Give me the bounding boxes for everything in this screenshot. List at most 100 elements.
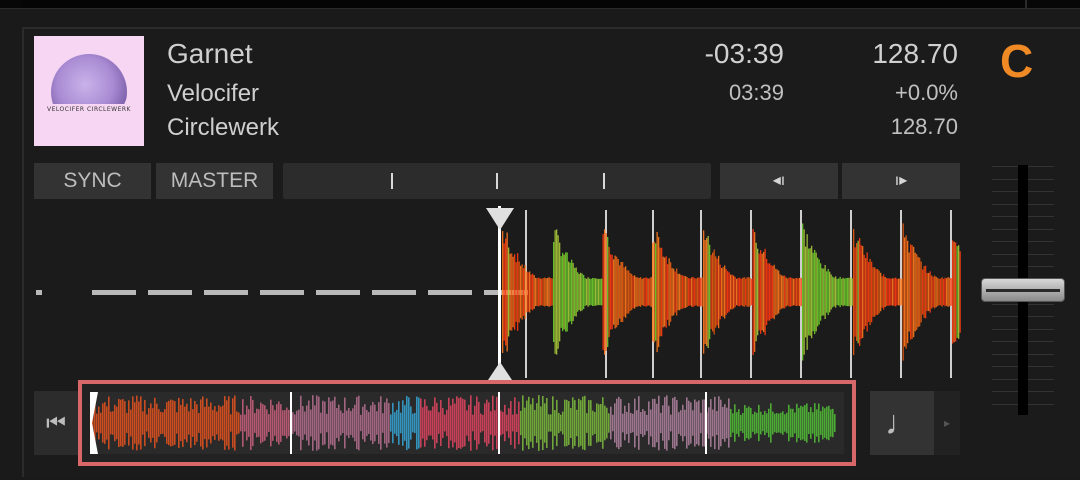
master-button[interactable]: MASTER [156, 163, 273, 199]
waveform-bar [823, 268, 825, 316]
stripe-waveform[interactable] [30, 206, 965, 382]
waveform-bar [733, 275, 735, 309]
waveform-bar [517, 253, 519, 331]
overview-bar [144, 399, 146, 447]
waveform-bar [664, 257, 666, 327]
waveform-bar [502, 231, 504, 353]
waveform-bar [683, 275, 685, 309]
overview-bar [216, 411, 218, 435]
deck-letter[interactable]: C [1000, 34, 1033, 88]
waveform-bar [656, 231, 658, 353]
overview-bar [638, 396, 640, 450]
nudge-forward-button[interactable]: ı▸ [842, 163, 960, 199]
waveform-bar [620, 261, 622, 323]
waveform-bar [649, 278, 651, 306]
waveform-bar [910, 244, 912, 340]
waveform-bar [959, 251, 961, 333]
tempo-fader-handle[interactable] [981, 278, 1065, 302]
overview-bar [804, 405, 806, 441]
overview-bar [668, 405, 670, 441]
track-overview[interactable] [90, 392, 844, 454]
waveform-bar [751, 278, 753, 306]
overview-bar [328, 397, 330, 449]
overview-bar [116, 406, 118, 440]
waveform-bar [808, 248, 810, 336]
overview-bar [538, 395, 540, 451]
jump-to-start-button[interactable]: ⏮ [34, 391, 78, 455]
overview-bar [300, 395, 302, 451]
waveform-bar [718, 255, 720, 329]
overview-bar [178, 397, 180, 449]
waveform-bar [884, 276, 886, 308]
overview-bar [342, 412, 344, 434]
waveform-bar [734, 276, 736, 308]
overview-bar [494, 410, 496, 436]
waveform-bar [611, 254, 613, 330]
overview-bar [506, 414, 508, 432]
waveform-bar [670, 262, 672, 322]
overview-bar [662, 405, 664, 441]
time-remaining[interactable]: -03:39 [630, 38, 784, 70]
waveform-bar [523, 268, 525, 316]
overview-bar [224, 396, 226, 450]
overview-bar [730, 408, 732, 438]
next-button[interactable]: ▸ [934, 391, 960, 455]
overview-bar [536, 403, 538, 443]
waveform-bar [883, 274, 885, 310]
waveform-bar [641, 278, 643, 306]
overview-bar [500, 410, 502, 436]
waveform-bar [766, 258, 768, 326]
waveform-bar [605, 233, 607, 351]
overview-bar [696, 401, 698, 445]
waveform-bar [958, 245, 960, 339]
overview-bar [436, 402, 438, 444]
waveform-bar [578, 273, 580, 311]
waveform-bar [604, 229, 606, 355]
overview-bar [594, 412, 596, 434]
waveform-bar [842, 277, 844, 307]
overview-bar [158, 409, 160, 437]
overview-bar [780, 412, 782, 434]
waveform-bar [850, 277, 852, 307]
overview-bar [264, 405, 266, 441]
waveform-bar [919, 257, 921, 327]
overview-bar [610, 406, 612, 440]
waveform-bar [637, 277, 639, 307]
overview-bar [362, 406, 364, 440]
waveform-bar [715, 256, 717, 328]
waveform-bar [835, 276, 837, 308]
waveform-bar [707, 235, 709, 349]
waveform-bar [587, 277, 589, 307]
sync-button[interactable]: SYNC [34, 163, 151, 199]
waveform-bar [691, 277, 693, 307]
overview-bar [232, 398, 234, 448]
waveform-bar [925, 265, 927, 319]
overview-bar [404, 405, 406, 441]
overview-bar [294, 414, 296, 432]
overview-bar [422, 407, 424, 439]
waveform-bar [929, 271, 931, 313]
waveform-bar [559, 242, 561, 342]
overview-bar [254, 413, 256, 433]
overview-bar [136, 395, 138, 451]
waveform-bar [719, 264, 721, 320]
top-strip-segment [22, 0, 1027, 8]
waveform-bar [506, 232, 508, 352]
overview-bar [582, 396, 584, 450]
waveform-bar [955, 242, 957, 342]
waveform-bar [781, 275, 783, 309]
overview-bar [602, 397, 604, 449]
nudge-back-button[interactable]: ◂ı [720, 163, 838, 199]
waveform-bar [623, 267, 625, 317]
overview-bar [574, 400, 576, 446]
waveform-bar [895, 277, 897, 307]
overview-bar [392, 402, 394, 444]
overview-bar [814, 403, 816, 443]
waveform-bar [793, 278, 795, 306]
overview-bar [674, 396, 676, 450]
overview-bar [520, 410, 522, 436]
overview-bar [512, 414, 514, 432]
overview-bar [670, 414, 672, 432]
overview-bar [608, 413, 610, 433]
quantize-button[interactable]: ♩ [870, 391, 934, 455]
